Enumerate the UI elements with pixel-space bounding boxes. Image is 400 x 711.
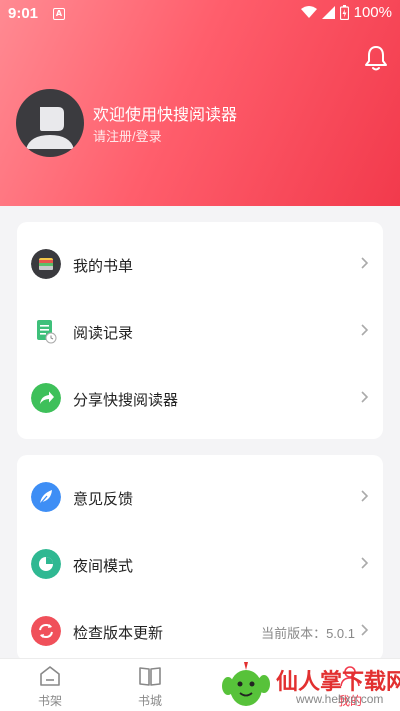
menu-item-feedback[interactable]: 意见反馈 [17,463,383,530]
notification-badge: A [53,8,65,20]
feather-icon [31,482,61,512]
chevron-right-icon [361,391,369,403]
current-version-text: 当前版本：5.0.1 [261,626,355,641]
menu-item-label: 意见反馈 [73,491,134,508]
menu-item-reading-history[interactable]: 阅读记录 [17,297,383,364]
chevron-right-icon [361,490,369,502]
watermark: 仙人掌下载网 www.hebxq.com [216,660,400,711]
wifi-icon [300,6,317,18]
welcome-text: 欢迎使用快搜阅读器 [93,107,238,124]
menu-item-label: 检查版本更新 [73,625,164,642]
share-icon [31,383,61,413]
menu-item-label: 阅读记录 [73,325,134,342]
battery-percent: 100% [353,4,392,21]
bookshelf-icon [40,666,60,686]
wallet-icon [31,249,61,279]
menu-item-label: 我的书单 [73,258,134,275]
login-register-link[interactable]: 请注册/登录 [93,126,162,145]
chevron-right-icon [361,257,369,269]
default-avatar-icon [26,107,74,149]
cactus-logo [222,662,270,706]
menu-item-night-mode[interactable]: 夜间模式 [17,530,383,597]
menu-item-share-app[interactable]: 分享快搜阅读器 [17,364,383,431]
chevron-right-icon [361,324,369,336]
tab-label: 书架 [37,694,62,708]
status-bar: 9:01 A 100% [0,0,400,30]
menu-item-label: 夜间模式 [73,558,134,575]
book-icon [139,667,161,686]
avatar[interactable] [16,89,84,157]
chevron-right-icon [361,624,369,636]
menu-item-label: 分享快搜阅读器 [73,392,179,409]
chevron-right-icon [361,557,369,569]
refresh-icon [31,616,61,646]
pie-chart-icon [31,549,61,579]
signal-icon [321,6,335,19]
menu-card-secondary: 意见反馈 夜间模式 检查版本更新 当前版本：5.0.1 [17,455,383,661]
tab-bookshelf[interactable]: 书架 [0,659,100,711]
document-icon [37,320,57,344]
tab-label: 书城 [137,694,162,708]
menu-item-my-booklist[interactable]: 我的书单 [17,230,383,297]
battery-icon [339,5,349,20]
menu-card-primary: 我的书单 阅读记录 分享快搜阅读器 [17,222,383,439]
bell-icon[interactable] [363,44,389,72]
watermark-url: www.hebxq.com [296,692,384,706]
tab-bookstore[interactable]: 书城 [100,659,200,711]
status-time: 9:01 [8,5,39,22]
menu-item-check-update[interactable]: 检查版本更新 当前版本：5.0.1 [17,597,383,664]
